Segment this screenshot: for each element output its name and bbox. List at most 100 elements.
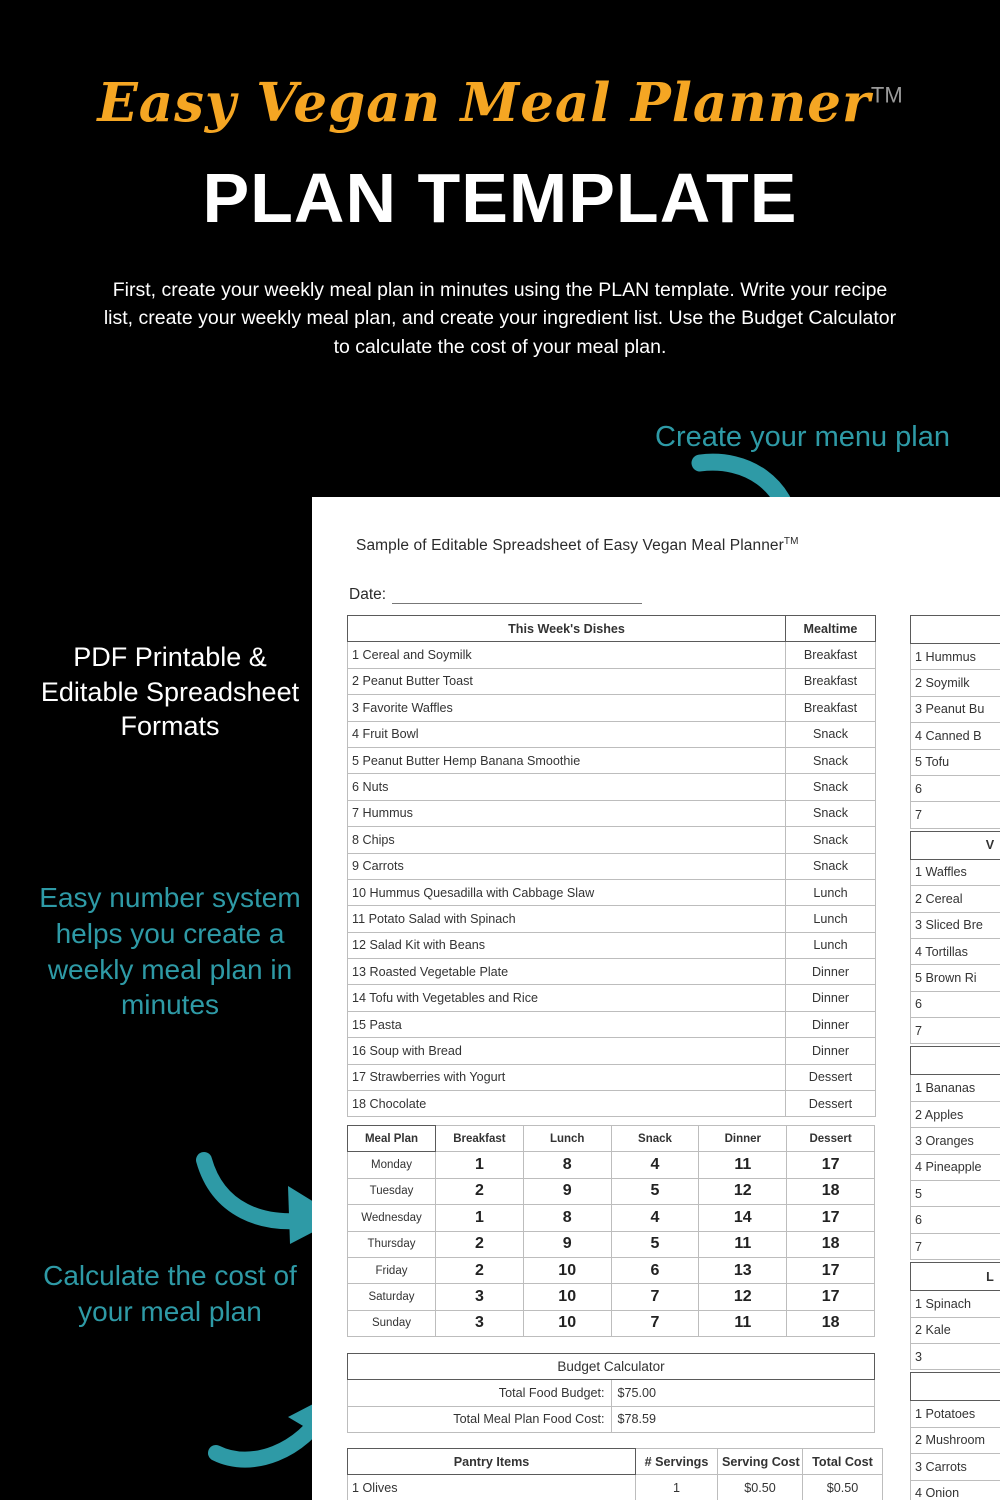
dishes-table[interactable]: This Week's Dishes Mealtime 1 Cereal and… [347,614,876,1118]
budget-calculator-table[interactable]: Budget Calculator Total Food Budget: $75.… [347,1352,875,1434]
dish-name-cell[interactable]: 4 Fruit Bowl [347,720,786,748]
ingredient-cell[interactable]: 2 Cereal [910,885,1000,913]
list-item[interactable]: 6 [910,1206,1000,1234]
meal-plan-day-cell[interactable]: Monday [347,1151,436,1179]
ingredient-cell[interactable]: 6 [910,1206,1000,1234]
table-row[interactable]: 5 Peanut Butter Hemp Banana Smoothie Snac… [347,746,876,775]
dish-name-cell[interactable]: 9 Carrots [347,852,786,880]
table-row[interactable]: 17 Strawberries with Yogurt Dessert [347,1063,876,1092]
list-item[interactable]: 4 Canned B [910,722,1000,750]
ingredient-cell[interactable]: 5 Tofu [910,748,1000,776]
table-row[interactable]: 8 Chips Snack [347,826,876,854]
meal-plan-number-cell[interactable]: 17 [786,1151,875,1179]
dish-name-cell[interactable]: 17 Strawberries with Yogurt [347,1063,786,1092]
list-item[interactable]: 1 Bananas [910,1074,1000,1102]
table-row[interactable]: 2 Peanut Butter Toast Breakfast [347,667,876,696]
dish-name-cell[interactable]: 10 Hummus Quesadilla with Cabbage Slaw [347,878,786,907]
meal-plan-number-cell[interactable]: 2 [435,1230,524,1258]
meal-plan-number-cell[interactable]: 18 [786,1309,875,1338]
dish-name-cell[interactable]: 16 Soup with Bread [347,1037,786,1065]
table-row[interactable]: 15 Pasta Dinner [347,1010,876,1039]
table-row[interactable]: 3 Favorite Waffles Breakfast [347,694,876,722]
ingredient-cell[interactable]: 3 [910,1342,1000,1371]
table-row[interactable]: 18 Chocolate Dessert [347,1090,876,1118]
meal-plan-number-cell[interactable]: 7 [610,1283,700,1311]
mealtime-cell[interactable]: Snack [785,852,876,880]
list-item[interactable]: 1 Potatoes [910,1400,1000,1428]
meal-plan-number-cell[interactable]: 2 [435,1177,524,1206]
ingredient-cell[interactable]: 2 Kale [910,1316,1000,1344]
list-item[interactable]: 7 [910,801,1000,829]
table-row[interactable]: 16 Soup with Bread Dinner [347,1037,876,1065]
meal-plan-number-cell[interactable]: 18 [786,1230,875,1258]
pantry-servings-cell[interactable]: 1 [635,1474,718,1500]
mealtime-cell[interactable]: Breakfast [785,641,876,669]
meal-plan-number-cell[interactable]: 9 [522,1177,612,1206]
meal-plan-day-cell[interactable]: Sunday [347,1309,436,1338]
meal-plan-number-cell[interactable]: 4 [610,1204,700,1232]
dish-name-cell[interactable]: 14 Tofu with Vegetables and Rice [347,984,786,1012]
list-item[interactable]: 6 [910,990,1000,1019]
mealtime-cell[interactable]: Breakfast [785,694,876,722]
meal-plan-number-cell[interactable]: 5 [610,1230,700,1258]
list-item[interactable]: 4 Pineapple [910,1153,1000,1182]
meal-plan-number-cell[interactable]: 12 [698,1283,788,1311]
meal-plan-number-cell[interactable]: 8 [522,1204,612,1232]
meal-plan-number-cell[interactable]: 10 [522,1256,612,1285]
budget-value-cell[interactable]: $75.00 [610,1379,875,1407]
meal-plan-number-cell[interactable]: 6 [610,1256,700,1285]
table-row[interactable]: 14 Tofu with Vegetables and Rice Dinner [347,984,876,1012]
dish-name-cell[interactable]: 2 Peanut Butter Toast [347,667,786,696]
mealtime-cell[interactable]: Lunch [785,878,876,907]
list-item[interactable]: 3 Carrots [910,1453,1000,1481]
pantry-serving-cost-cell[interactable]: $0.50 [717,1474,803,1500]
meal-plan-number-cell[interactable]: 17 [786,1204,875,1232]
mealtime-cell[interactable]: Snack [785,773,876,801]
table-row[interactable]: Thursday 2 9 5 11 18 [347,1230,875,1258]
list-item[interactable]: 1 Spinach [910,1290,1000,1318]
mealtime-cell[interactable]: Breakfast [785,667,876,696]
table-row[interactable]: 7 Hummus Snack [347,799,876,828]
list-item[interactable]: 1 Hummus [910,642,1000,671]
dish-name-cell[interactable]: 13 Roasted Vegetable Plate [347,958,786,986]
table-row[interactable]: Wednesday 1 8 4 14 17 [347,1204,875,1232]
ingredient-cell[interactable]: 6 [910,990,1000,1019]
ingredient-section-table[interactable]: L1 Spinach 2 Kale 3 [910,1262,1000,1371]
ingredient-cell[interactable]: 3 Oranges [910,1127,1000,1155]
meal-plan-day-cell[interactable]: Friday [347,1256,436,1285]
meal-plan-number-cell[interactable]: 11 [698,1230,788,1258]
ingredient-cell[interactable]: 7 [910,1017,1000,1045]
dish-name-cell[interactable]: 6 Nuts [347,773,786,801]
table-row[interactable]: Sunday 3 10 7 11 18 [347,1309,875,1338]
list-item[interactable]: 2 Mushroom [910,1426,1000,1455]
meal-plan-table[interactable]: Meal Plan Breakfast Lunch Snack Dinner D… [347,1124,875,1338]
meal-plan-number-cell[interactable]: 1 [435,1151,524,1179]
ingredient-cell[interactable]: 7 [910,801,1000,829]
pantry-item-cell[interactable]: 1 Olives [347,1474,636,1500]
dish-name-cell[interactable]: 3 Favorite Waffles [347,694,786,722]
meal-plan-number-cell[interactable]: 17 [786,1283,875,1311]
date-input[interactable] [392,589,643,604]
mealtime-cell[interactable]: Snack [785,720,876,748]
table-row[interactable]: 9 Carrots Snack [347,852,876,880]
table-row[interactable]: 13 Roasted Vegetable Plate Dinner [347,958,876,986]
ingredient-cell[interactable]: 4 Pineapple [910,1153,1000,1182]
list-item[interactable]: 1 Waffles [910,858,1000,887]
meal-plan-number-cell[interactable]: 11 [698,1151,788,1179]
mealtime-cell[interactable]: Dinner [785,1037,876,1065]
list-item[interactable]: 2 Soymilk [910,669,1000,697]
meal-plan-number-cell[interactable]: 4 [610,1151,700,1179]
mealtime-cell[interactable]: Lunch [785,931,876,960]
meal-plan-number-cell[interactable]: 14 [698,1204,788,1232]
meal-plan-day-cell[interactable]: Wednesday [347,1204,436,1232]
table-row[interactable]: Tuesday 2 9 5 12 18 [347,1177,875,1206]
list-item[interactable]: 5 [910,1180,1000,1208]
list-item[interactable]: 2 Apples [910,1100,1000,1129]
mealtime-cell[interactable]: Lunch [785,905,876,933]
ingredient-cell[interactable]: 3 Carrots [910,1453,1000,1481]
ingredient-section-table[interactable]: 1 Potatoes2 Mushroom3 Carrots4 Onion5 To… [910,1372,1000,1500]
meal-plan-number-cell[interactable]: 8 [522,1151,612,1179]
table-row[interactable]: Saturday 3 10 7 12 17 [347,1283,875,1311]
list-item[interactable]: 7 [910,1232,1000,1261]
meal-plan-number-cell[interactable]: 11 [698,1309,788,1338]
